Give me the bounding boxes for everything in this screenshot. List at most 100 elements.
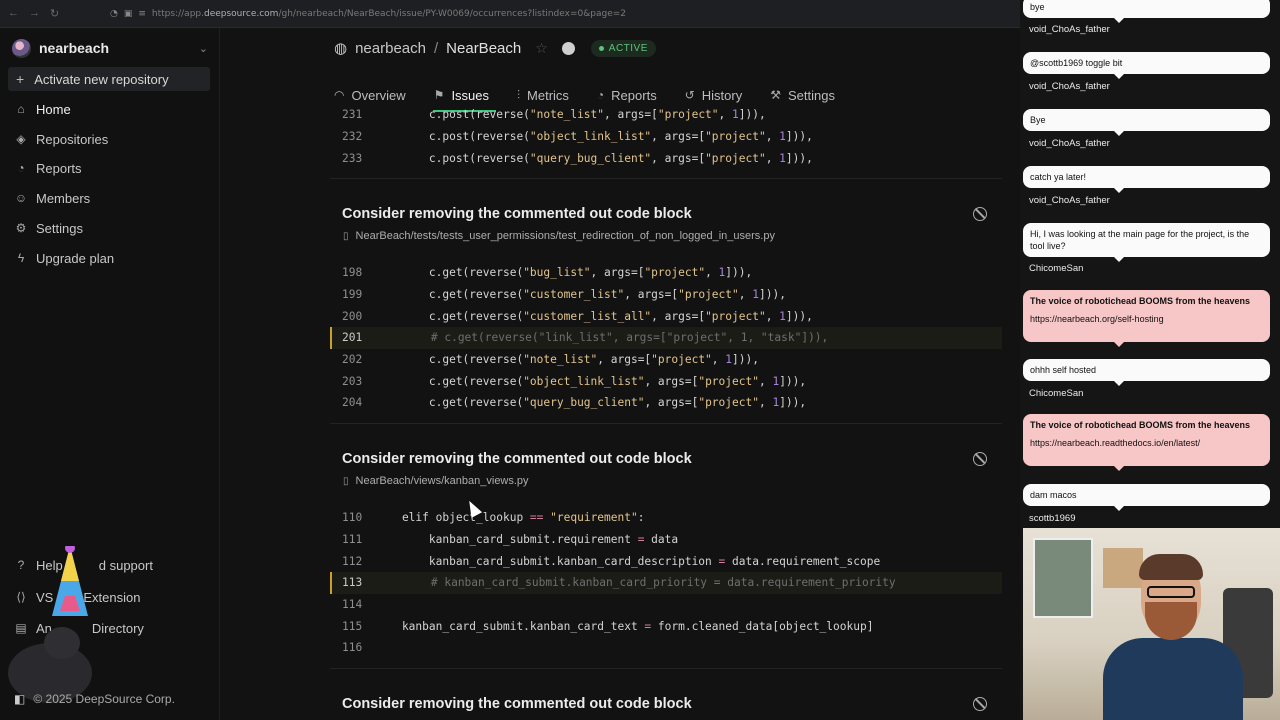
code-line: 231 c.post(reverse("note_list", args=["p… <box>330 104 1002 126</box>
org-switcher[interactable]: nearbeach ⌄ <box>12 38 208 58</box>
ignore-icon[interactable] <box>973 207 987 221</box>
code-text: c.post(reverse("query_bug_client", args=… <box>375 151 813 165</box>
back-icon[interactable]: ← <box>8 7 19 20</box>
vscode-icon: ⟨⟩ <box>16 590 26 604</box>
issue-title[interactable]: Consider removing the commented out code… <box>342 451 692 467</box>
sidebar-item-upgrade[interactable]: ϟ Upgrade plan <box>14 248 114 268</box>
ignore-icon[interactable] <box>973 452 987 466</box>
line-number: 200 <box>342 309 363 323</box>
tab-label: Overview <box>351 87 406 103</box>
chat-text: catch ya later! <box>1030 172 1087 182</box>
repo-name[interactable]: NearBeach <box>446 40 521 57</box>
tab-settings[interactable]: ⚒ Settings <box>770 84 835 106</box>
chat-username: void_ChoAs_father <box>1029 24 1110 35</box>
tab-issues[interactable]: ⚑ Issues <box>434 84 489 106</box>
main-content: ◍ nearbeach / NearBeach ☆ ACTIVE ◠ Overvi… <box>220 28 1020 720</box>
tab-reports[interactable]: ◔ Reports <box>597 84 657 106</box>
streamer-glasses <box>1147 586 1195 598</box>
chat-username: ChicomeSan <box>1029 263 1084 274</box>
code-text: c.get(reverse("bug_list", args=["project… <box>375 266 753 280</box>
repo-tabs: ◠ Overview ⚑ Issues ⫶ Metrics ◔ Reports ↺ His… <box>334 84 863 106</box>
line-number: 203 <box>342 374 363 388</box>
github-icon[interactable] <box>561 41 575 55</box>
browser-toolbar: ← → ↻ ◔ ▣ ≡ https://app.deepsource.com/g… <box>0 0 1020 28</box>
url-path: /gh/nearbeach/NearBeach/issue/PY-W0069/o… <box>278 8 626 19</box>
activate-repository-button[interactable]: + Activate new repository <box>8 67 210 91</box>
issue-file-path[interactable]: ▯ NearBeach/tests/tests_user_permissions/… <box>343 230 775 242</box>
issue-title[interactable]: Consider removing the commented out code… <box>342 696 692 712</box>
chat-username: scottb1969 <box>1029 513 1076 524</box>
line-number: 204 <box>342 396 363 410</box>
repo-header: ◍ nearbeach / NearBeach ☆ ACTIVE <box>334 39 656 57</box>
code-text: c.post(reverse("note_list", args=["proje… <box>375 108 766 122</box>
url-domain: deepsource.com <box>203 8 279 19</box>
wrench-icon: ⚒ <box>770 88 781 102</box>
line-number: 110 <box>342 511 363 525</box>
chat-highlight-title: The voice of robotichead BOOMS from the … <box>1030 420 1251 430</box>
divider <box>330 178 1002 179</box>
chevron-down-icon: ⌄ <box>198 42 208 55</box>
repo-org-link[interactable]: nearbeach <box>355 40 426 57</box>
code-line: 202 c.get(reverse("note_list", args=["pr… <box>330 349 1002 371</box>
code-line: 198 c.get(reverse("bug_list", args=["pro… <box>330 262 1002 284</box>
chat-highlight-message: The voice of robotichead BOOMS from the … <box>1023 290 1270 347</box>
tab-history[interactable]: ↺ History <box>685 84 743 106</box>
issue-file-path[interactable]: ▯ NearBeach/views/kanban_views.py <box>343 475 529 487</box>
issue-title[interactable]: Consider removing the commented out code… <box>342 206 692 222</box>
layers-icon: ◈ <box>16 132 26 146</box>
url-prefix: https://app. <box>151 8 204 19</box>
sidebar-item-settings[interactable]: ⚙ Settings <box>14 218 83 238</box>
code-line: 203 c.get(reverse("object_link_list", ar… <box>330 370 1002 392</box>
chat-link[interactable]: https://nearbeach.readthedocs.io/en/late… <box>1030 437 1263 449</box>
streamer-hair <box>1139 554 1203 580</box>
highlighted-code-line: 113 # kanban_card_submit.kanban_card_pri… <box>330 572 1002 594</box>
chat-link[interactable]: https://nearbeach.org/self-hosting <box>1030 313 1263 325</box>
code-text: kanban_card_submit.requirement = data <box>375 533 679 547</box>
code-text: elif object_lookup == "requirement": <box>375 511 645 525</box>
code-line: 200 c.get(reverse("customer_list_all", a… <box>330 305 1002 327</box>
chat-message: dam macos <box>1023 484 1270 512</box>
flag-icon: ⚑ <box>433 88 445 102</box>
line-number: 232 <box>342 130 363 144</box>
code-line: 114 <box>330 594 1002 616</box>
chat-message: catch ya later! <box>1023 166 1270 194</box>
users-icon: ☺ <box>14 191 28 205</box>
tab-label: Reports <box>611 87 657 103</box>
lock-icon: ▣ <box>123 8 133 19</box>
ignore-icon[interactable] <box>973 697 987 711</box>
file-icon: ▯ <box>343 475 349 487</box>
tab-overview[interactable]: ◠ Overview <box>334 84 406 106</box>
code-snippet: 110 elif object_lookup == "requirement":… <box>330 507 1002 659</box>
chat-username: void_ChoAs_father <box>1029 138 1110 149</box>
address-bar[interactable]: ◔ ▣ ≡ https://app.deepsource.com/gh/near… <box>110 9 626 19</box>
chat-text: @scottb1969 toggle bit <box>1030 58 1123 68</box>
chat-username: void_ChoAs_father <box>1029 81 1110 92</box>
chart-icon: ◔ <box>17 161 25 175</box>
forward-icon[interactable]: → <box>29 7 40 20</box>
tab-label: History <box>701 87 743 103</box>
line-number: 199 <box>342 288 363 302</box>
code-line: 115 kanban_card_submit.kanban_card_text … <box>330 615 1002 637</box>
file-path-text: NearBeach/views/kanban_views.py <box>355 475 529 487</box>
line-number: 201 <box>342 331 363 345</box>
sidebar-item-label: Home <box>36 101 71 117</box>
chat-username: ChicomeSan <box>1029 388 1084 399</box>
status-badge: ACTIVE <box>590 39 656 57</box>
star-icon[interactable]: ☆ <box>535 40 548 57</box>
site-settings-icon: ≡ <box>138 8 146 19</box>
tab-label: Issues <box>451 87 490 103</box>
line-number: 111 <box>342 533 363 547</box>
sidebar-item-members[interactable]: ☺ Members <box>14 188 90 208</box>
sidebar-item-label: Repositories <box>36 131 109 147</box>
copyright: ◧ © 2025 DeepSource Corp. <box>14 692 175 706</box>
sidebar-item-reports[interactable]: ◔ Reports <box>14 158 81 178</box>
reload-icon[interactable]: ↻ <box>50 7 59 20</box>
tab-metrics[interactable]: ⫶ Metrics <box>517 84 569 106</box>
help-icon: ? <box>17 558 25 572</box>
sidebar-item-repositories[interactable]: ◈ Repositories <box>14 129 108 149</box>
history-icon: ↺ <box>684 88 695 102</box>
sidebar-item-home[interactable]: ⌂ Home <box>14 99 71 119</box>
stream-chat-overlay: bye void_ChoAs_father @scottb1969 toggle… <box>1020 0 1280 720</box>
file-icon: ▯ <box>343 230 349 242</box>
tab-label: Settings <box>787 87 835 103</box>
